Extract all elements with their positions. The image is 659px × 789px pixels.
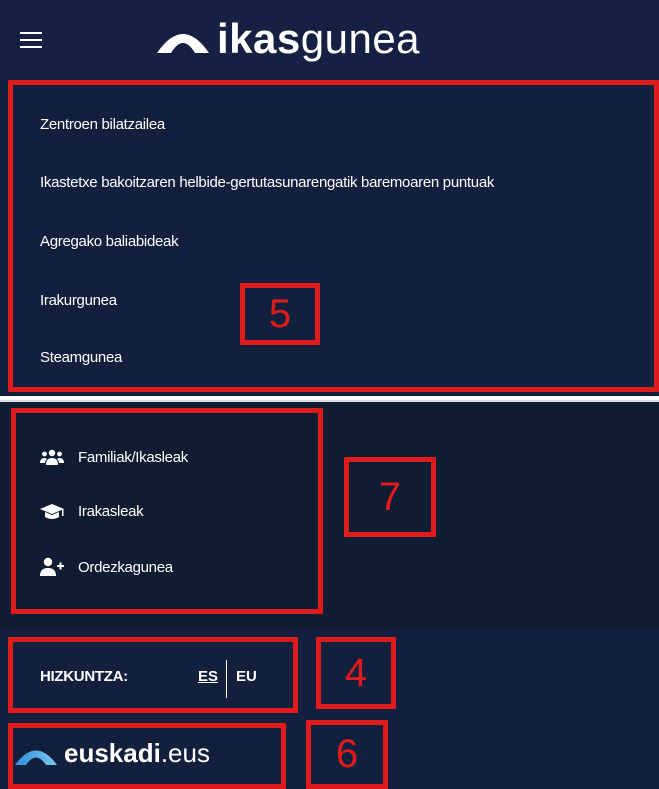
annotation-box-6 [8,723,286,789]
logo-arc-icon [157,34,209,53]
annotation-box-5 [8,80,659,392]
annotation-box-4 [8,637,298,713]
annotation-badge-5: 5 [240,283,320,345]
annotation-badge-7: 7 [344,457,436,537]
top-bar: ikasgunea [0,0,659,78]
annotation-box-7 [11,408,323,614]
logo-text: ikasgunea [217,15,421,62]
hamburger-menu-icon[interactable] [20,32,42,48]
ikasgunea-logo[interactable]: ikasgunea [155,14,420,64]
annotation-badge-6: 6 [306,720,388,789]
annotation-badge-4: 4 [316,637,396,709]
